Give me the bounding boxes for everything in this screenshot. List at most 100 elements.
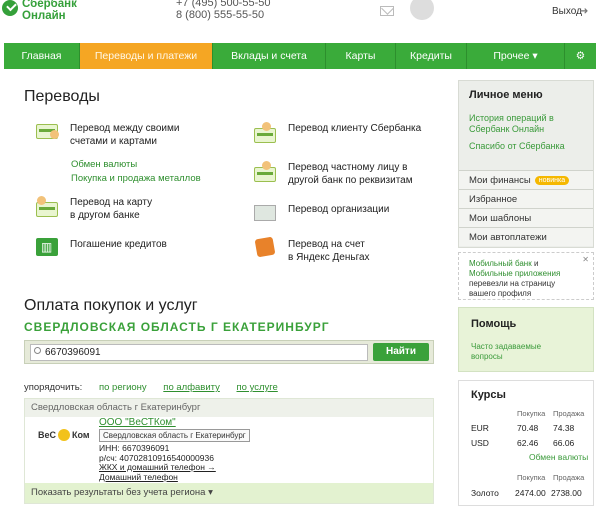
menu-favorites[interactable]: Избранное xyxy=(459,189,593,208)
sberbank-logo-icon[interactable] xyxy=(2,0,18,16)
organization-icon xyxy=(254,203,280,223)
history-link[interactable]: История операций в Сбербанк Онлайн xyxy=(469,113,554,135)
nav-deposits[interactable]: Вклады и счета xyxy=(213,43,326,69)
organization-transfer-label: Перевод организации xyxy=(288,204,390,215)
logo-line1: Сбербанк xyxy=(22,0,77,10)
nav-credits[interactable]: Кредиты xyxy=(396,43,467,69)
yandex-transfer-line2: в Яндекс Деньгах xyxy=(288,252,370,263)
nav-home[interactable]: Главная xyxy=(4,43,80,69)
help-panel: Помощь Часто задаваемые вопросы xyxy=(458,307,594,372)
show-all-regions[interactable]: Показать результаты без учета региона ▾ xyxy=(25,483,433,503)
eur-buy: 70.48 xyxy=(517,423,539,433)
logo-line2: Онлайн xyxy=(22,10,66,22)
transfer-to-card[interactable]: Перевод на карту в другом банке xyxy=(36,196,152,222)
metals-link[interactable]: Покупка и продажа металлов xyxy=(71,173,201,184)
private-transfer-line2: другой банк по реквизитам xyxy=(288,175,413,186)
search-icon xyxy=(34,347,41,354)
service-link-2[interactable]: Домашний телефон xyxy=(99,472,178,482)
logout-link[interactable]: Выход xyxy=(552,6,582,17)
card-transfer-line2: в другом банке xyxy=(70,210,140,221)
search-result: Свердловская область г Екатеринбург ВеС К… xyxy=(24,398,434,504)
usd-buy: 62.46 xyxy=(517,438,539,448)
logo-text-1: ВеС xyxy=(38,430,57,440)
currency-exchange-link[interactable]: Обмен валюты xyxy=(71,159,137,170)
transfer-own-accounts[interactable]: Перевод между своими счетами и картами xyxy=(36,122,179,148)
logo-text[interactable]: Сбербанк Онлайн xyxy=(22,0,77,22)
service-link-1[interactable]: ЖКХ и домашний телефон → xyxy=(99,462,216,472)
notice-and: и xyxy=(531,259,539,268)
private-transfer-icon xyxy=(254,161,280,182)
faq-link[interactable]: Часто задаваемые вопросы xyxy=(471,342,541,362)
history-line1: История операций в xyxy=(469,113,554,123)
menu-my-finances[interactable]: Мои финансы новинка xyxy=(459,170,593,189)
settings-gear-icon[interactable]: ⚙ xyxy=(565,43,596,69)
eur-code: EUR xyxy=(471,423,489,433)
client-transfer-label: Перевод клиенту Сбербанка xyxy=(288,123,422,134)
private-transfer-line1: Перевод частному лицу в xyxy=(288,162,408,173)
transfer-private-person[interactable]: Перевод частному лицу в другой банк по р… xyxy=(254,161,413,187)
avatar[interactable] xyxy=(410,0,434,20)
company-link[interactable]: ООО "ВеСТКом" xyxy=(99,417,176,428)
phone-1: +7 (495) 500-55-50 xyxy=(176,0,271,9)
transfer-sber-client[interactable]: Перевод клиенту Сбербанка xyxy=(254,122,422,143)
own-transfer-line1: Перевод между своими xyxy=(70,123,180,134)
transfer-yandex[interactable]: Перевод на счет в Яндекс Деньгах xyxy=(254,236,370,264)
search-button[interactable]: Найти xyxy=(373,343,429,361)
card-transfer-icon xyxy=(36,196,62,217)
nav-other[interactable]: Прочее ▾ xyxy=(467,43,565,69)
gold-sell: 2738.00 xyxy=(551,488,582,498)
rates-sell-header: Продажа xyxy=(553,409,585,418)
help-title: Помощь xyxy=(471,318,517,330)
mobile-apps-link[interactable]: Мобильные приложения xyxy=(469,269,560,278)
menu-templates[interactable]: Мои шаблоны xyxy=(459,208,593,227)
close-icon[interactable]: ✕ xyxy=(582,255,589,265)
bank-icon xyxy=(36,238,62,258)
personal-menu: Личное меню История операций в Сбербанк … xyxy=(458,80,594,248)
company-requisites: ИНН: 6670396091 р/сч: 407028109165400009… xyxy=(99,443,216,482)
search-input[interactable] xyxy=(30,344,368,361)
search-box: Найти xyxy=(24,340,434,364)
new-badge: новинка xyxy=(534,175,570,185)
eur-sell: 74.38 xyxy=(553,423,575,433)
client-transfer-icon xyxy=(254,122,280,143)
rates-buy-header: Покупка xyxy=(517,409,546,418)
mobile-notice: Мобильный банк и Мобильные приложения пе… xyxy=(458,252,594,300)
thanks-link[interactable]: Спасибо от Сбербанка xyxy=(469,141,565,152)
mail-icon[interactable] xyxy=(380,6,394,16)
sort-by-region[interactable]: по региону xyxy=(99,382,147,393)
yandex-money-icon xyxy=(254,236,280,258)
rates-exchange-link[interactable]: Обмен валюты xyxy=(529,452,588,462)
sort-by-service[interactable]: по услуге xyxy=(237,382,278,393)
menu-autopayments[interactable]: Мои автоплатежи xyxy=(459,227,593,246)
logo-circle-icon xyxy=(58,429,71,441)
region-selector[interactable]: Свердловская область г Екатеринбург xyxy=(24,320,330,334)
vestcom-logo: ВеС Ком xyxy=(37,429,91,441)
personal-menu-title: Личное меню xyxy=(469,89,543,101)
gold-buy: 2474.00 xyxy=(515,488,546,498)
nav-cards[interactable]: Карты xyxy=(326,43,396,69)
faq-line1: Часто задаваемые xyxy=(471,342,542,351)
sort-by-alphabet[interactable]: по алфавиту xyxy=(163,382,220,393)
logo-text-2: Ком xyxy=(72,430,90,440)
notice-text: перевезли на страницу вашего профиля xyxy=(469,279,556,298)
nav-transfers-payments[interactable]: Переводы и платежи xyxy=(80,43,213,69)
phone-2: 8 (800) 555-55-50 xyxy=(176,9,265,21)
logout-arrow-icon[interactable]: ➜ xyxy=(580,6,588,17)
usd-sell: 66.06 xyxy=(553,438,575,448)
result-region-chip: Свердловская область г Екатеринбург xyxy=(99,429,250,442)
rates-title: Курсы xyxy=(471,389,506,401)
transfers-title: Переводы xyxy=(24,88,100,105)
yandex-transfer-line1: Перевод на счет xyxy=(288,239,365,250)
history-line2: Сбербанк Онлайн xyxy=(469,124,545,134)
payments-title: Оплата покупок и услуг xyxy=(24,297,198,314)
metals-sell-header: Продажа xyxy=(553,473,585,482)
loan-repayment[interactable]: Погашение кредитов xyxy=(36,238,167,258)
loan-repayment-label: Погашение кредитов xyxy=(70,239,167,250)
metals-buy-header: Покупка xyxy=(517,473,546,482)
own-transfer-line2: счетами и картами xyxy=(70,136,157,147)
result-region-head: Свердловская область г Екатеринбург xyxy=(25,399,433,417)
main-nav: Главная Переводы и платежи Вклады и счет… xyxy=(4,43,596,69)
mobile-bank-link[interactable]: Мобильный банк xyxy=(469,259,532,268)
transfer-organization[interactable]: Перевод организации xyxy=(254,203,389,223)
sort-label: упорядочить: xyxy=(24,382,83,393)
